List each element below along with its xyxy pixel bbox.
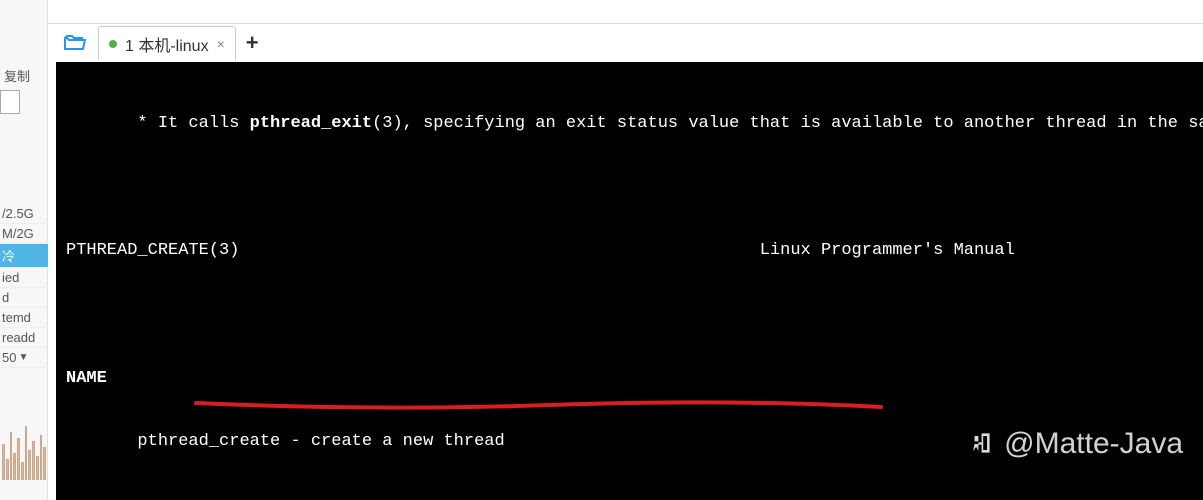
man-line xyxy=(56,176,1203,197)
zhihu-icon xyxy=(964,427,996,459)
side-item-4: d xyxy=(0,288,48,308)
side-dropdown-value: 50 xyxy=(2,350,16,365)
tab-host-linux[interactable]: 1 本机-linux × xyxy=(98,26,236,60)
modified-dot-icon xyxy=(109,40,117,48)
side-item-3: ied xyxy=(0,268,48,288)
man-header: PTHREAD_CREATE(3) Linux Programmer's Man… xyxy=(56,240,1203,261)
side-item-5: temd xyxy=(0,308,48,328)
tab-title: 1 本机-linux xyxy=(125,32,209,56)
man-line xyxy=(56,495,1203,500)
main-area: 1 本机-linux × + * It calls pthread_exit(3… xyxy=(48,0,1203,500)
side-dropdown[interactable]: 50 ▼ xyxy=(0,348,48,368)
caret-down-icon: ▼ xyxy=(18,352,28,363)
mini-chart xyxy=(2,420,46,480)
terminal[interactable]: * It calls pthread_exit(3), specifying a… xyxy=(56,62,1203,500)
watermark-text: @Matte-Java xyxy=(1004,425,1183,463)
new-tab-button[interactable]: + xyxy=(246,32,259,54)
side-item-0: /2.5G xyxy=(0,204,48,224)
titlebar-strip xyxy=(48,0,1203,24)
copy-label: 复制 xyxy=(4,66,30,85)
open-folder-icon[interactable] xyxy=(60,31,88,55)
section-name: NAME xyxy=(56,368,1203,389)
side-item-cold[interactable]: 冷 xyxy=(0,244,48,268)
close-tab-icon[interactable]: × xyxy=(217,36,225,52)
side-item-6: readd xyxy=(0,328,48,348)
side-items: /2.5G M/2G 冷 ied d temd readd 50 ▼ xyxy=(0,204,48,368)
watermark: @Matte-Java xyxy=(964,425,1183,463)
side-item-1: M/2G xyxy=(0,224,48,244)
tabbar: 1 本机-linux × + xyxy=(60,24,1203,62)
left-sidebar: 复制 /2.5G M/2G 冷 ied d temd readd 50 ▼ xyxy=(0,0,48,500)
man-line: * It calls pthread_exit(3), specifying a… xyxy=(56,113,1203,134)
man-line xyxy=(56,304,1203,325)
fn-pthread-exit: pthread_exit xyxy=(250,114,372,133)
small-input[interactable] xyxy=(0,90,20,114)
